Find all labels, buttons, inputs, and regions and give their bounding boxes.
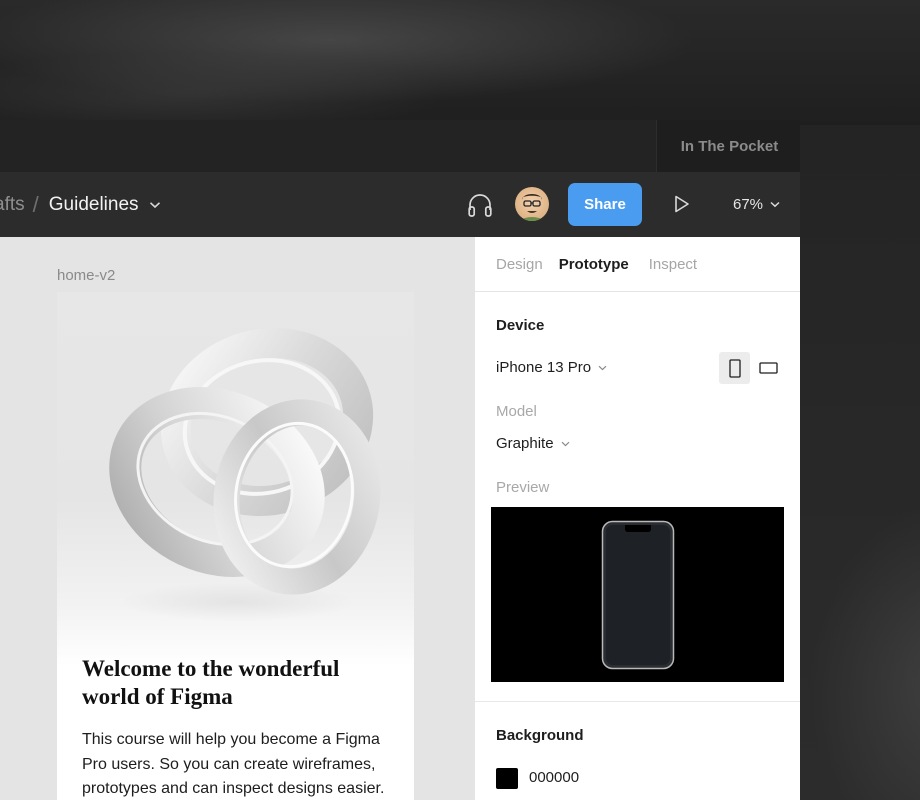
model-select[interactable]: Graphite [496, 435, 570, 452]
chevron-down-icon [770, 201, 780, 208]
zoom-control[interactable]: 67% [733, 172, 780, 237]
team-tab[interactable]: In The Pocket [656, 120, 800, 172]
chevron-down-icon [598, 365, 607, 371]
toolbar: afts / Guidelines Share 67% [0, 172, 800, 237]
device-select[interactable]: iPhone 13 Pro [496, 359, 607, 376]
tab-prototype[interactable]: Prototype [559, 256, 629, 273]
background-color-swatch[interactable] [496, 768, 518, 789]
frame-headline: Welcome to the wonderful world of Figma [82, 656, 340, 709]
breadcrumb: afts / Guidelines [0, 172, 161, 237]
preview-label: Preview [496, 479, 550, 496]
chevron-down-icon [561, 441, 570, 447]
background-color-value[interactable]: 000000 [529, 769, 579, 786]
file-name[interactable]: Guidelines [49, 194, 139, 216]
team-name: In The Pocket [680, 137, 779, 155]
share-button[interactable]: Share [568, 183, 642, 226]
chevron-down-icon[interactable] [149, 201, 161, 209]
play-icon[interactable] [671, 193, 693, 215]
headphones-icon[interactable] [465, 190, 495, 220]
properties-panel: Design Prototype Inspect Device iPhone 1… [475, 237, 800, 800]
device-value: iPhone 13 Pro [496, 359, 592, 376]
frame-home-v2[interactable]: Welcome to the wonderful world of Figma … [57, 292, 414, 800]
portrait-orientation-icon[interactable] [719, 352, 750, 384]
tab-design[interactable]: Design [496, 256, 543, 273]
frame-body-text: This course will help you become a Figma… [82, 731, 385, 797]
model-label: Model [496, 403, 537, 420]
background-heading: Background [496, 727, 584, 744]
model-value: Graphite [496, 435, 554, 452]
background-top [0, 0, 920, 125]
device-preview [491, 507, 784, 682]
background-right [800, 125, 920, 800]
tab-inspect[interactable]: Inspect [649, 256, 697, 273]
landscape-orientation-icon[interactable] [755, 352, 781, 384]
avatar[interactable] [515, 187, 549, 221]
design-canvas[interactable]: home-v2 Welcome to the wonderful world o… [0, 237, 475, 800]
frame-label[interactable]: home-v2 [57, 267, 115, 284]
breadcrumb-parent[interactable]: afts [0, 194, 25, 216]
zoom-value: 67% [733, 196, 764, 213]
phone-mockup-icon [601, 520, 674, 669]
divider [475, 701, 800, 702]
breadcrumb-separator: / [32, 191, 39, 217]
panel-tabs: Design Prototype Inspect [475, 237, 800, 292]
device-heading: Device [496, 317, 545, 334]
ring-illustration [109, 327, 381, 595]
